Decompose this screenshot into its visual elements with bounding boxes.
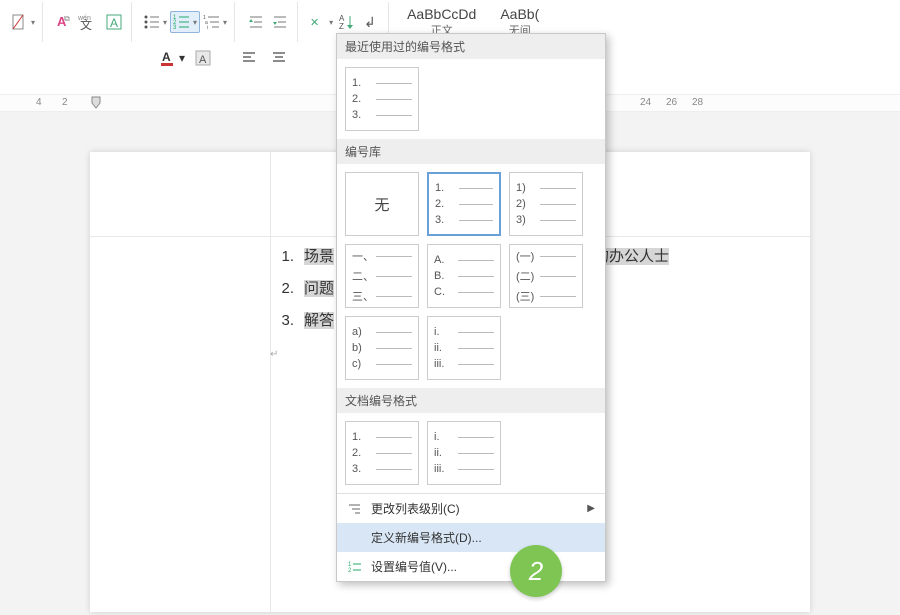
set-numbering-value-item[interactable]: 12 设置编号值(V)... [337, 552, 605, 581]
numbering-button[interactable]: 123▾ [170, 11, 200, 33]
list-number: 3. [270, 306, 294, 336]
svg-text:3: 3 [173, 25, 177, 31]
numbering-dropdown: 最近使用过的编号格式 1.2.3. 编号库 无1.2.3.1)2)3)一、二、三… [336, 33, 606, 582]
numbering-thumb[interactable]: i.ii.iii. [427, 316, 501, 380]
menu-label: 更改列表级别(C) [371, 500, 460, 517]
numbering-thumb[interactable]: A.B.C. [427, 244, 501, 308]
svg-text:✕: ✕ [310, 17, 319, 29]
svg-text:i: i [207, 25, 208, 31]
list-number: 2. [270, 274, 294, 304]
ruler-number: 4 [36, 97, 42, 108]
section-doc-formats: 文档编号格式 [337, 388, 605, 413]
svg-text:A: A [199, 54, 207, 66]
svg-text:A: A [110, 16, 118, 30]
menu-label: 定义新编号格式(D)... [371, 529, 482, 546]
define-new-number-format-item[interactable]: 定义新编号格式(D)... [337, 523, 605, 552]
svg-text:↲: ↲ [364, 14, 376, 30]
numbering-thumb[interactable]: 无 [345, 172, 419, 236]
svg-text:Z: Z [339, 22, 344, 31]
section-library: 编号库 [337, 139, 605, 164]
list-number: 1. [270, 242, 294, 272]
menu-label: 设置编号值(V)... [371, 558, 457, 575]
sort-button[interactable]: AZ [336, 11, 358, 33]
numbering-thumb[interactable]: 一、二、三、 [345, 244, 419, 308]
ruler-number: 24 [640, 97, 651, 108]
clear-formatting-button[interactable]: A⧉ [53, 11, 75, 33]
step-badge: 2 [510, 545, 562, 597]
submenu-arrow-icon: ▶ [587, 503, 595, 514]
character-border-button[interactable]: A [103, 11, 125, 33]
show-marks-button[interactable]: ↲ [360, 11, 382, 33]
svg-text:文: 文 [80, 17, 92, 31]
svg-text:⧉: ⧉ [64, 14, 70, 23]
numbering-thumb[interactable]: 1.2.3. [345, 67, 419, 131]
section-recent: 最近使用过的编号格式 [337, 34, 605, 59]
indent-icon [347, 501, 363, 517]
numbering-thumb[interactable]: 1.2.3. [427, 172, 501, 236]
align-left-button[interactable] [236, 47, 262, 69]
decrease-indent-button[interactable] [245, 11, 267, 33]
blank-icon [347, 530, 363, 546]
char-shading-button[interactable]: A [190, 47, 216, 69]
font-color-button[interactable]: A▾ [158, 47, 186, 69]
change-list-level-item[interactable]: 更改列表级别(C) ▶ [337, 494, 605, 523]
increase-indent-button[interactable] [269, 11, 291, 33]
number-value-icon: 12 [347, 559, 363, 575]
multilevel-list-button[interactable]: 1ai▾ [202, 11, 228, 33]
paragraph-mark: ↵ [270, 340, 278, 370]
numbering-thumb[interactable]: i.ii.iii. [427, 421, 501, 485]
numbering-thumb[interactable]: a)b)c) [345, 316, 419, 380]
style-sample: AaBbCcDd [407, 6, 476, 22]
numbering-thumb[interactable]: 1.2.3. [345, 421, 419, 485]
ruler-number: 26 [666, 97, 677, 108]
ruler-number: 2 [62, 97, 68, 108]
ruler-number: 28 [692, 97, 703, 108]
bullets-button[interactable]: ▾ [142, 11, 168, 33]
asian-layout-button[interactable]: ✕▾ [308, 11, 334, 33]
svg-text:2: 2 [348, 568, 352, 574]
style-sample: AaBb( [500, 6, 539, 22]
svg-text:A: A [162, 50, 171, 64]
align-center-button[interactable] [266, 47, 292, 69]
ruler-indent-marker[interactable] [88, 95, 106, 113]
numbering-thumb[interactable]: 1)2)3) [509, 172, 583, 236]
numbering-thumb[interactable]: (一)(二)(三) [509, 244, 583, 308]
phonetic-guide-button[interactable]: wén文 [77, 11, 101, 33]
font-color-clear-button[interactable]: ▾ [10, 11, 36, 33]
